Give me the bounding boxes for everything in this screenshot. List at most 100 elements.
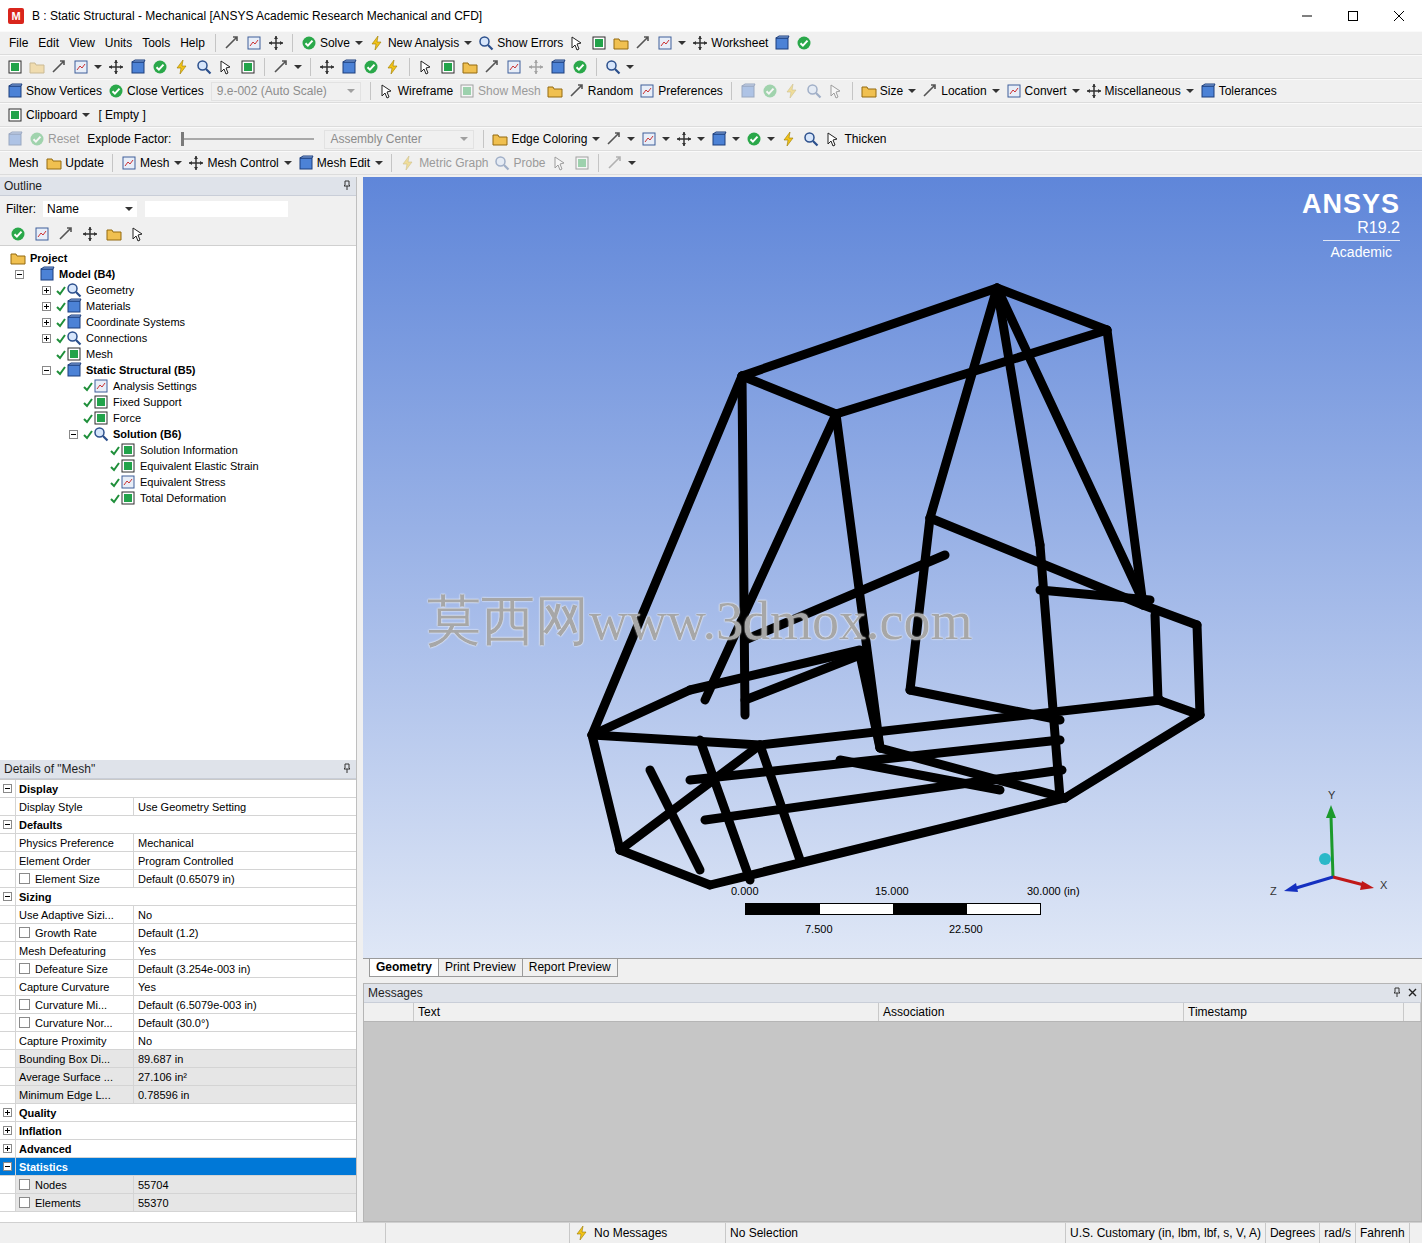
dropdown-caret-icon[interactable]: [992, 89, 1000, 93]
dropdown-caret-icon[interactable]: [284, 161, 292, 165]
parameter-checkbox[interactable]: [19, 1179, 30, 1190]
menu-item[interactable]: Help: [175, 36, 210, 50]
property-value[interactable]: Program Controlled: [134, 852, 356, 869]
tree-item[interactable]: Materials: [0, 298, 356, 314]
expander-icon[interactable]: [3, 1144, 12, 1153]
tree-item[interactable]: Mesh: [0, 346, 356, 362]
toolbar-icon-button[interactable]: [569, 56, 591, 78]
tree-item[interactable]: Geometry: [0, 282, 356, 298]
toolbar-icon-button[interactable]: [415, 56, 437, 78]
menu-item[interactable]: Units: [100, 36, 137, 50]
toolbar-icon-button[interactable]: [243, 32, 265, 54]
toolbar-button[interactable]: Thicken: [822, 128, 889, 150]
tree-item[interactable]: Model (B4): [0, 266, 356, 282]
toolbar-button[interactable]: Miscellaneous: [1083, 80, 1197, 102]
tree-tool-icon[interactable]: [82, 226, 98, 242]
details-section[interactable]: Quality: [0, 1104, 356, 1122]
column-header[interactable]: Association: [879, 1003, 1184, 1021]
toolbar-button[interactable]: Worksheet: [689, 32, 771, 54]
details-row[interactable]: Mesh DefeaturingYes: [0, 942, 356, 960]
toolbar-icon-button[interactable]: [737, 80, 759, 102]
toolbar-button[interactable]: Metric Graph: [397, 152, 491, 174]
toolbar-icon-button[interactable]: [221, 32, 243, 54]
details-section[interactable]: Statistics: [0, 1158, 356, 1176]
toolbar-icon-button[interactable]: [481, 56, 503, 78]
dropdown-caret-icon[interactable]: [464, 41, 472, 45]
toolbar-button[interactable]: Random: [566, 80, 636, 102]
parameter-checkbox[interactable]: [19, 1197, 30, 1208]
expander-icon[interactable]: [42, 286, 51, 295]
toolbar-icon-button[interactable]: [4, 56, 26, 78]
toolbar-button[interactable]: Update: [43, 152, 107, 174]
toolbar-button[interactable]: Clipboard: [4, 104, 93, 126]
pin-icon[interactable]: [1392, 986, 1402, 1000]
dropdown-caret-icon[interactable]: [908, 89, 916, 93]
toolbar-icon-button[interactable]: [549, 152, 571, 174]
minimize-icon[interactable]: [1284, 1, 1330, 31]
toolbar-icon-button[interactable]: [544, 80, 566, 102]
expander-icon[interactable]: [3, 1108, 12, 1117]
toolbar-icon-button[interactable]: [270, 56, 305, 78]
toolbar-icon-button[interactable]: [265, 32, 287, 54]
parameter-checkbox[interactable]: [19, 873, 30, 884]
toolbar-button[interactable]: Preferences: [636, 80, 726, 102]
toolbar-icon-button[interactable]: [171, 56, 193, 78]
details-row[interactable]: Element SizeDefault (0.65079 in): [0, 870, 356, 888]
details-row[interactable]: Minimum Edge L...0.78596 in: [0, 1086, 356, 1104]
toolbar-icon-button[interactable]: [26, 56, 48, 78]
dropdown-caret-icon[interactable]: [767, 137, 775, 141]
toolbar-icon-button[interactable]: [632, 32, 654, 54]
property-value[interactable]: No: [134, 906, 356, 923]
expander-icon[interactable]: [42, 318, 51, 327]
dropdown-caret-icon[interactable]: [592, 137, 600, 141]
expander-icon[interactable]: [15, 270, 24, 279]
dropdown-caret-icon[interactable]: [697, 137, 705, 141]
property-value[interactable]: Default (30.0°): [134, 1014, 356, 1031]
pin-icon[interactable]: [342, 762, 352, 776]
maximize-icon[interactable]: [1330, 1, 1376, 31]
explode-slider[interactable]: [182, 130, 314, 148]
toolbar-icon-button[interactable]: [588, 32, 610, 54]
details-row[interactable]: Nodes55704: [0, 1176, 356, 1194]
toolbar-button[interactable]: Mesh Control: [185, 152, 294, 174]
toolbar-icon-button[interactable]: [708, 128, 743, 150]
column-header[interactable]: Timestamp: [1184, 1003, 1404, 1021]
expander-icon[interactable]: [42, 302, 51, 311]
toolbar-icon-button[interactable]: [237, 56, 259, 78]
toolbar-icon-button[interactable]: [316, 56, 338, 78]
toolbar-button[interactable]: Solve: [298, 32, 366, 54]
toolbar-icon-button[interactable]: [610, 32, 632, 54]
dropdown-caret-icon[interactable]: [662, 137, 670, 141]
toolbar-button[interactable]: Show Vertices: [4, 80, 105, 102]
toolbar-icon-button[interactable]: [437, 56, 459, 78]
view-tab[interactable]: Geometry: [369, 959, 439, 977]
tree-item[interactable]: Equivalent Stress: [0, 474, 356, 490]
toolbar-icon-button[interactable]: [571, 152, 593, 174]
dropdown-caret-icon[interactable]: [678, 41, 686, 45]
property-value[interactable]: No: [134, 1032, 356, 1049]
toolbar-icon-button[interactable]: [149, 56, 171, 78]
toolbar-icon-button[interactable]: [602, 56, 637, 78]
toolbar-button[interactable]: Size: [858, 80, 919, 102]
details-row[interactable]: Growth RateDefault (1.2): [0, 924, 356, 942]
dropdown-caret-icon[interactable]: [375, 161, 383, 165]
details-section[interactable]: Display: [0, 780, 356, 798]
toolbar-button[interactable]: Wireframe: [376, 80, 456, 102]
property-value[interactable]: Yes: [134, 942, 356, 959]
dropdown-caret-icon[interactable]: [628, 161, 636, 165]
menu-item[interactable]: Edit: [33, 36, 64, 50]
filter-input[interactable]: [144, 200, 289, 218]
toolbar-button[interactable]: Reset: [26, 128, 82, 150]
details-row[interactable]: Capture CurvatureYes: [0, 978, 356, 996]
dropdown-caret-icon[interactable]: [627, 137, 635, 141]
tree-tool-icon[interactable]: [34, 226, 50, 242]
details-section[interactable]: Defaults: [0, 816, 356, 834]
toolbar-icon-button[interactable]: [673, 128, 708, 150]
expander-icon[interactable]: [3, 784, 12, 793]
dropdown-caret-icon[interactable]: [347, 89, 355, 93]
toolbar-icon-button[interactable]: [566, 32, 588, 54]
details-row[interactable]: Capture ProximityNo: [0, 1032, 356, 1050]
dropdown-caret-icon[interactable]: [174, 161, 182, 165]
toolbar-icon-button[interactable]: [793, 32, 815, 54]
expander-icon[interactable]: [42, 366, 51, 375]
